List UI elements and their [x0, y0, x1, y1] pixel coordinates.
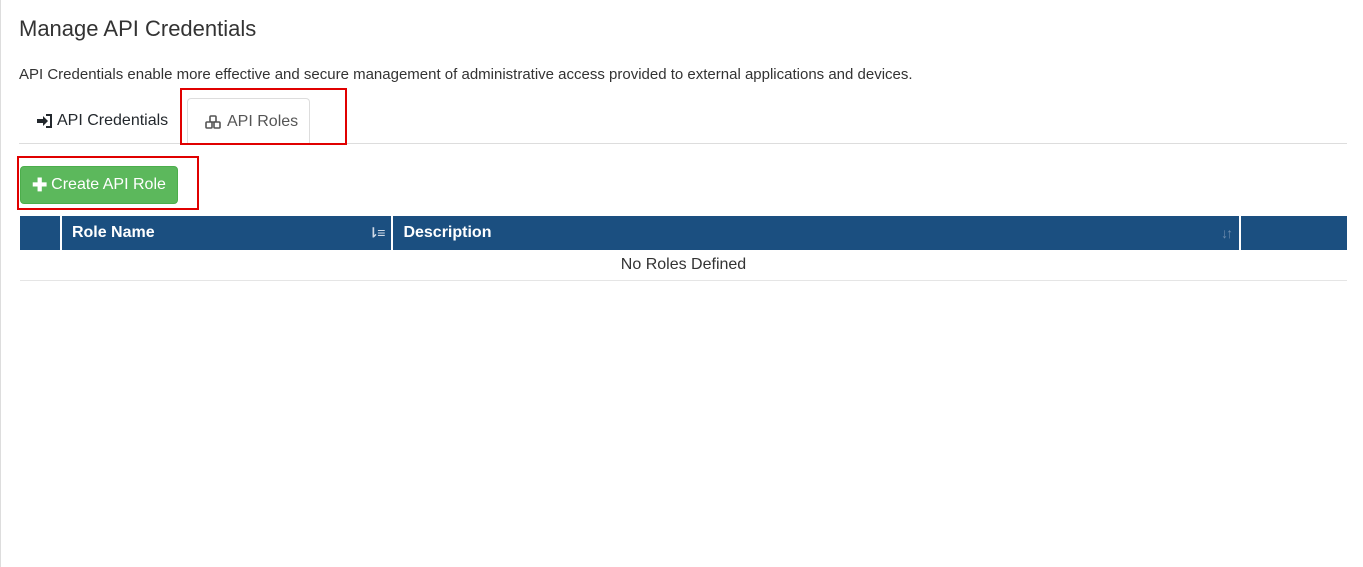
tab-api-credentials-label: API Credentials	[57, 112, 169, 129]
column-header-role-name[interactable]: Role Name ⇂≡	[61, 216, 392, 250]
column-header-description-label: Description	[403, 224, 492, 241]
tab-api-roles[interactable]: API Roles	[187, 98, 310, 145]
sort-ascending-icon: ⇂≡	[367, 224, 386, 241]
plus-icon: ✚	[32, 175, 48, 195]
column-header-role-name-label: Role Name	[71, 224, 155, 241]
page-title: Manage API Credentials	[19, 16, 257, 41]
column-header-actions	[1241, 216, 1348, 250]
sort-icon: ↓↑	[1221, 225, 1233, 241]
create-api-role-label: Create API Role	[51, 176, 166, 193]
roles-table: Role Name ⇂≡ Description ↓↑ No Roles Def…	[20, 216, 1348, 281]
sign-in-icon	[36, 114, 52, 128]
column-header-description[interactable]: Description ↓↑	[393, 216, 1240, 250]
page-description: API Credentials enable more effective an…	[19, 66, 913, 83]
tab-bar: API Credentials API Roles	[19, 98, 1347, 145]
create-api-role-button[interactable]: ✚ Create API Role	[20, 166, 178, 204]
empty-table-message: No Roles Defined	[20, 250, 1347, 281]
tab-api-credentials[interactable]: API Credentials	[19, 98, 186, 144]
column-header-select	[20, 216, 60, 250]
cubes-icon	[205, 114, 222, 129]
page: Manage API Credentials API Credentials e…	[0, 0, 1363, 567]
table-header: Role Name ⇂≡ Description ↓↑	[20, 216, 1348, 250]
tab-api-roles-label: API Roles	[227, 112, 299, 130]
